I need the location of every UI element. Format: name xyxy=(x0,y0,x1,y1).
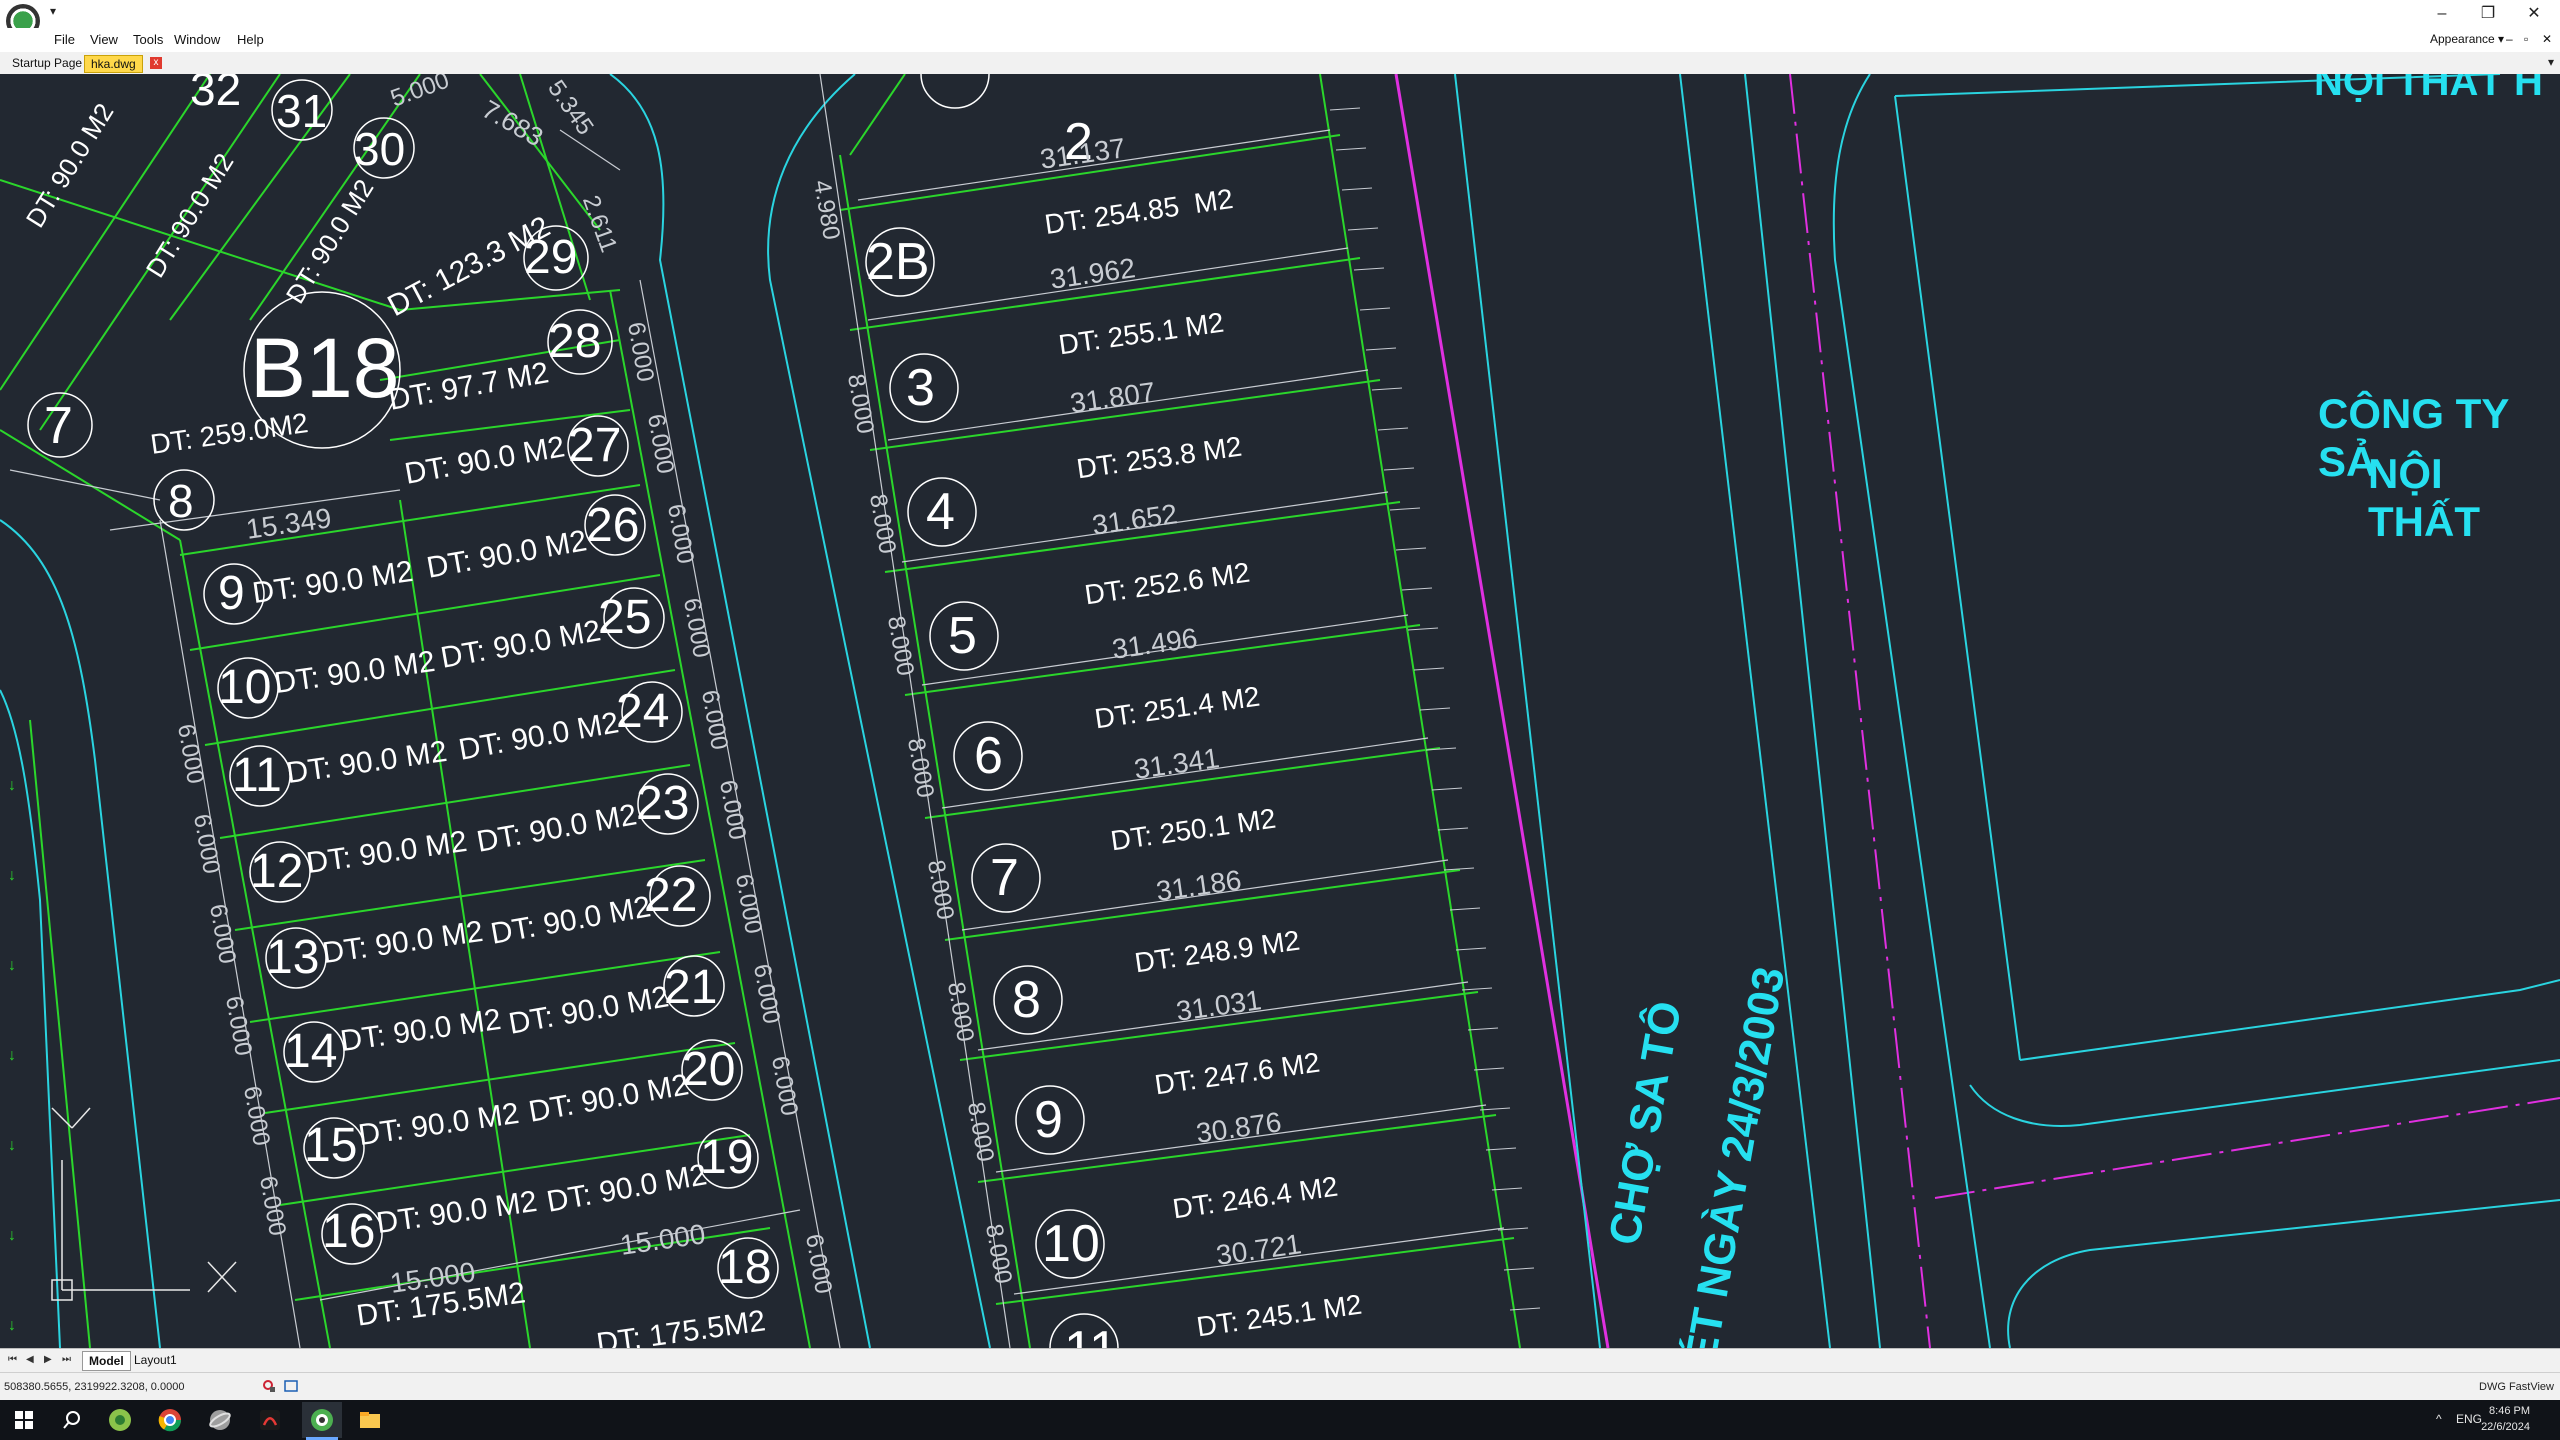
os-taskbar: ^ ENG 8:46 PM 22/6/2024 xyxy=(0,1400,2560,1440)
menu-tools[interactable]: Tools xyxy=(133,32,163,47)
appearance-menu[interactable]: Appearance ▾ xyxy=(2430,32,2504,46)
dwg-fastview-icon[interactable] xyxy=(310,1408,334,1432)
left-arrows: ↓ ↓ ↓ ↓ ↓ ↓ ↓ xyxy=(8,777,16,1334)
restore-button[interactable]: ❐ xyxy=(2470,2,2506,26)
svg-text:↓: ↓ xyxy=(8,1047,16,1064)
pdf-reader-icon[interactable] xyxy=(258,1408,282,1432)
cursor-coordinates: 508380.5655, 2319922.3208, 0.0000 xyxy=(4,1381,185,1393)
prev-layout-icon[interactable]: ◀ xyxy=(26,1354,34,1365)
road-edge xyxy=(1679,74,1831,1348)
tab-startup-page[interactable]: Startup Page xyxy=(6,55,88,71)
menu-window[interactable]: Window xyxy=(174,32,220,47)
road-edge xyxy=(1454,74,1601,1348)
lot-number-circles xyxy=(27,74,1119,1348)
road-edge xyxy=(0,519,161,1348)
clock-date: 22/6/2024 xyxy=(2481,1421,2530,1433)
quick-access-dropdown-icon[interactable]: ▾ xyxy=(50,4,56,18)
svg-text:↓: ↓ xyxy=(8,1227,16,1244)
tab-model[interactable]: Model xyxy=(82,1351,131,1371)
boundary-line xyxy=(1394,74,1610,1348)
input-language[interactable]: ENG xyxy=(2456,1412,2482,1426)
svg-text:↓: ↓ xyxy=(8,867,16,884)
right-edge-ticks xyxy=(1329,107,1541,1311)
search-icon[interactable] xyxy=(60,1408,84,1432)
road-edge xyxy=(1744,74,1881,1348)
file-explorer-icon[interactable] xyxy=(358,1408,382,1432)
next-layout-icon[interactable]: ▶ xyxy=(44,1354,52,1365)
browser-icon[interactable] xyxy=(208,1408,232,1432)
snap-toggle-icon[interactable] xyxy=(262,1379,276,1393)
menu-file[interactable]: File xyxy=(54,32,75,47)
status-bar: 508380.5655, 2319922.3208, 0.0000 DWG Fa… xyxy=(0,1372,2560,1401)
menu-view[interactable]: View xyxy=(90,32,118,47)
tab-layout1[interactable]: Layout1 xyxy=(128,1351,183,1369)
road-edge xyxy=(2007,1199,2560,1348)
tab-close-icon[interactable]: x xyxy=(150,57,162,69)
tab-hka-dwg[interactable]: hka.dwg xyxy=(84,55,143,73)
first-layout-icon[interactable]: ⏮ xyxy=(8,1354,17,1365)
left-block-dim-lines xyxy=(9,129,841,1348)
close-window-button[interactable]: ✕ xyxy=(2516,2,2552,26)
doc-restore-icon[interactable]: ▫ xyxy=(2524,32,2528,46)
tab-list-dropdown-icon[interactable]: ▾ xyxy=(2548,55,2554,69)
grid-toggle-icon[interactable] xyxy=(284,1379,298,1393)
svg-text:↓: ↓ xyxy=(8,957,16,974)
app-green-icon[interactable] xyxy=(108,1408,132,1432)
menu-help[interactable]: Help xyxy=(237,32,264,47)
clock-time: 8:46 PM xyxy=(2489,1405,2530,1417)
app-name-label: DWG FastView xyxy=(2479,1381,2554,1393)
left-block-lines xyxy=(0,74,811,1348)
road-edge xyxy=(767,74,991,1348)
doc-close-icon[interactable]: ✕ xyxy=(2542,32,2552,46)
road-edge xyxy=(609,74,871,1348)
right-block-dim-lines xyxy=(819,74,1505,1348)
tray-overflow-icon[interactable]: ^ xyxy=(2436,1412,2442,1426)
document-tab-bar: Startup Page hka.dwg ▾ xyxy=(0,52,2560,75)
svg-text:↓: ↓ xyxy=(8,1137,16,1154)
boundary-line xyxy=(1934,1097,2560,1199)
appearance-label: Appearance xyxy=(2430,32,2495,46)
road-edge xyxy=(1832,74,1991,1348)
layout-tab-bar: ⏮ ◀ ▶ ⏭ Model Layout1 xyxy=(0,1348,2560,1373)
road-edge xyxy=(1969,1059,2560,1127)
drawing-canvas[interactable]: ↓ ↓ ↓ ↓ ↓ ↓ ↓ B18 DT: 259.0M2 31 30 32 DT: 9… xyxy=(0,74,2560,1348)
menu-bar: File View Tools Window Help Appearance ▾… xyxy=(0,28,2560,52)
svg-text:↓: ↓ xyxy=(8,1317,16,1334)
chrome-icon[interactable] xyxy=(158,1408,182,1432)
windows-start-icon[interactable] xyxy=(12,1408,36,1432)
title-bar: ▾ – ❐ ✕ xyxy=(0,0,2560,38)
cad-drawing: ↓ ↓ ↓ ↓ ↓ ↓ ↓ xyxy=(0,74,2560,1348)
svg-text:↓: ↓ xyxy=(8,777,16,794)
right-block-lines xyxy=(839,74,1521,1348)
doc-minimize-icon[interactable]: – xyxy=(2506,32,2513,46)
lot-outline xyxy=(1894,74,2560,1061)
last-layout-icon[interactable]: ⏭ xyxy=(62,1354,71,1365)
minimize-button[interactable]: – xyxy=(2424,2,2460,26)
system-clock[interactable]: 8:46 PM 22/6/2024 xyxy=(2481,1403,2530,1435)
